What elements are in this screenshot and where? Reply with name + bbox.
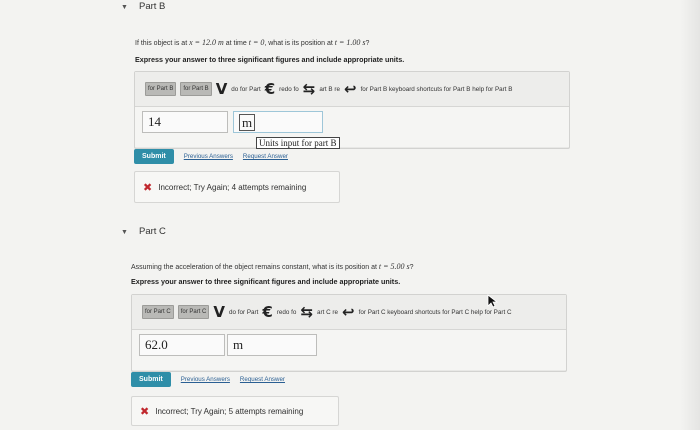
part-b-feedback: ✖ Incorrect; Try Again; 4 attempts remain… [134, 171, 340, 203]
redo-label: redo fo [279, 85, 299, 93]
redo-label: redo fo [276, 308, 297, 316]
request-answer-link[interactable]: Request Answer [243, 153, 288, 160]
part-b-question: If this object is at x = 12.0 m at time … [135, 38, 369, 47]
incorrect-icon: ✖ [140, 404, 150, 418]
part-b-header[interactable]: ▼ Part B [121, 1, 165, 12]
time-expression: t = 1.00 s [334, 38, 366, 47]
undo-icon[interactable]: V [213, 304, 225, 320]
position-expression: x = 12.0 m [189, 38, 224, 47]
previous-answers-link[interactable]: Previous Answers [184, 153, 233, 160]
templates-button[interactable]: for Part B [145, 82, 177, 96]
undo-icon[interactable]: V [216, 81, 228, 97]
part-b-instruction: Express your answer to three significant… [135, 55, 405, 64]
page-edge-shadow [680, 0, 700, 430]
part-c-feedback: ✖ Incorrect; Try Again; 5 attempts remain… [131, 396, 339, 426]
part-c-answer-panel: for Part C for Part C V do for Part € re… [131, 294, 567, 372]
collapse-triangle-icon: ▼ [121, 229, 128, 236]
part-b-input-row: 14 m [135, 107, 569, 147]
part-b-value-input[interactable]: 14 [142, 111, 228, 133]
part-c-header[interactable]: ▼ Part C [121, 226, 166, 237]
question-text: at time [223, 40, 249, 47]
keyboard-shortcuts-icon[interactable]: ↩ [344, 81, 357, 97]
part-b-title: Part B [139, 1, 166, 12]
request-answer-link[interactable]: Request Answer [240, 376, 285, 383]
feedback-text: Incorrect; Try Again; 4 attempts remaini… [158, 182, 307, 192]
part-c-input-row: 62.0 m [132, 330, 566, 370]
templates-button[interactable]: for Part C [142, 305, 174, 319]
time-expression: t = 0 [248, 38, 265, 47]
reset-icon[interactable]: ⇆ [303, 81, 316, 97]
undo-label: do for Part [231, 85, 261, 93]
incorrect-icon: ✖ [143, 180, 153, 194]
part-c-unit-input[interactable]: m [227, 334, 317, 356]
part-c-instruction: Express your answer to three significant… [131, 277, 401, 286]
reset-label: art B re [319, 85, 340, 93]
question-text: If this object is at [135, 40, 190, 47]
question-text: Assuming the acceleration of the object … [131, 264, 379, 271]
symbols-button[interactable]: for Part B [180, 82, 212, 96]
units-tooltip: Units input for part B [256, 137, 340, 149]
part-b-answer-panel: for Part B for Part B V do for Part € re… [134, 71, 570, 149]
mouse-pointer-icon [487, 294, 499, 308]
keyboard-shortcuts-icon[interactable]: ↩ [342, 304, 355, 320]
part-b-unit-input[interactable]: m [233, 111, 323, 133]
keyboard-help-label[interactable]: for Part B keyboard shortcuts for Part B… [361, 86, 513, 93]
feedback-text: Incorrect; Try Again; 5 attempts remaini… [155, 406, 304, 416]
keyboard-help-label[interactable]: for Part C keyboard shortcuts for Part C… [359, 309, 512, 316]
unit-value: m [233, 337, 244, 352]
part-c-math-toolbar: for Part C for Part C V do for Part € re… [132, 295, 566, 330]
question-text: ? [365, 40, 370, 47]
part-c-question: Assuming the acceleration of the object … [131, 262, 414, 271]
redo-icon[interactable]: € [262, 304, 272, 320]
part-b-math-toolbar: for Part B for Part B V do for Part € re… [135, 72, 569, 107]
part-b-submit-button[interactable]: Submit [134, 149, 174, 164]
reset-label: art C re [317, 308, 339, 316]
symbols-button[interactable]: for Part C [177, 305, 210, 319]
question-text: ? [409, 264, 414, 271]
part-c-submit-button[interactable]: Submit [131, 372, 171, 387]
reset-icon[interactable]: ⇆ [300, 304, 313, 320]
undo-label: do for Part [228, 308, 259, 316]
part-c-value-input[interactable]: 62.0 [139, 334, 225, 356]
question-text: , what is its position at [264, 40, 335, 47]
previous-answers-link[interactable]: Previous Answers [181, 376, 230, 383]
part-c-title: Part C [139, 226, 166, 237]
page: ▼ Part B If this object is at x = 12.0 m … [0, 0, 700, 430]
part-b-actions: Submit Previous Answers Request Answer [134, 149, 288, 164]
collapse-triangle-icon: ▼ [121, 4, 128, 11]
part-c-actions: Submit Previous Answers Request Answer [131, 372, 285, 387]
redo-icon[interactable]: € [265, 81, 275, 97]
unit-value: m [239, 114, 256, 131]
time-expression: t = 5.00 s [378, 262, 410, 271]
